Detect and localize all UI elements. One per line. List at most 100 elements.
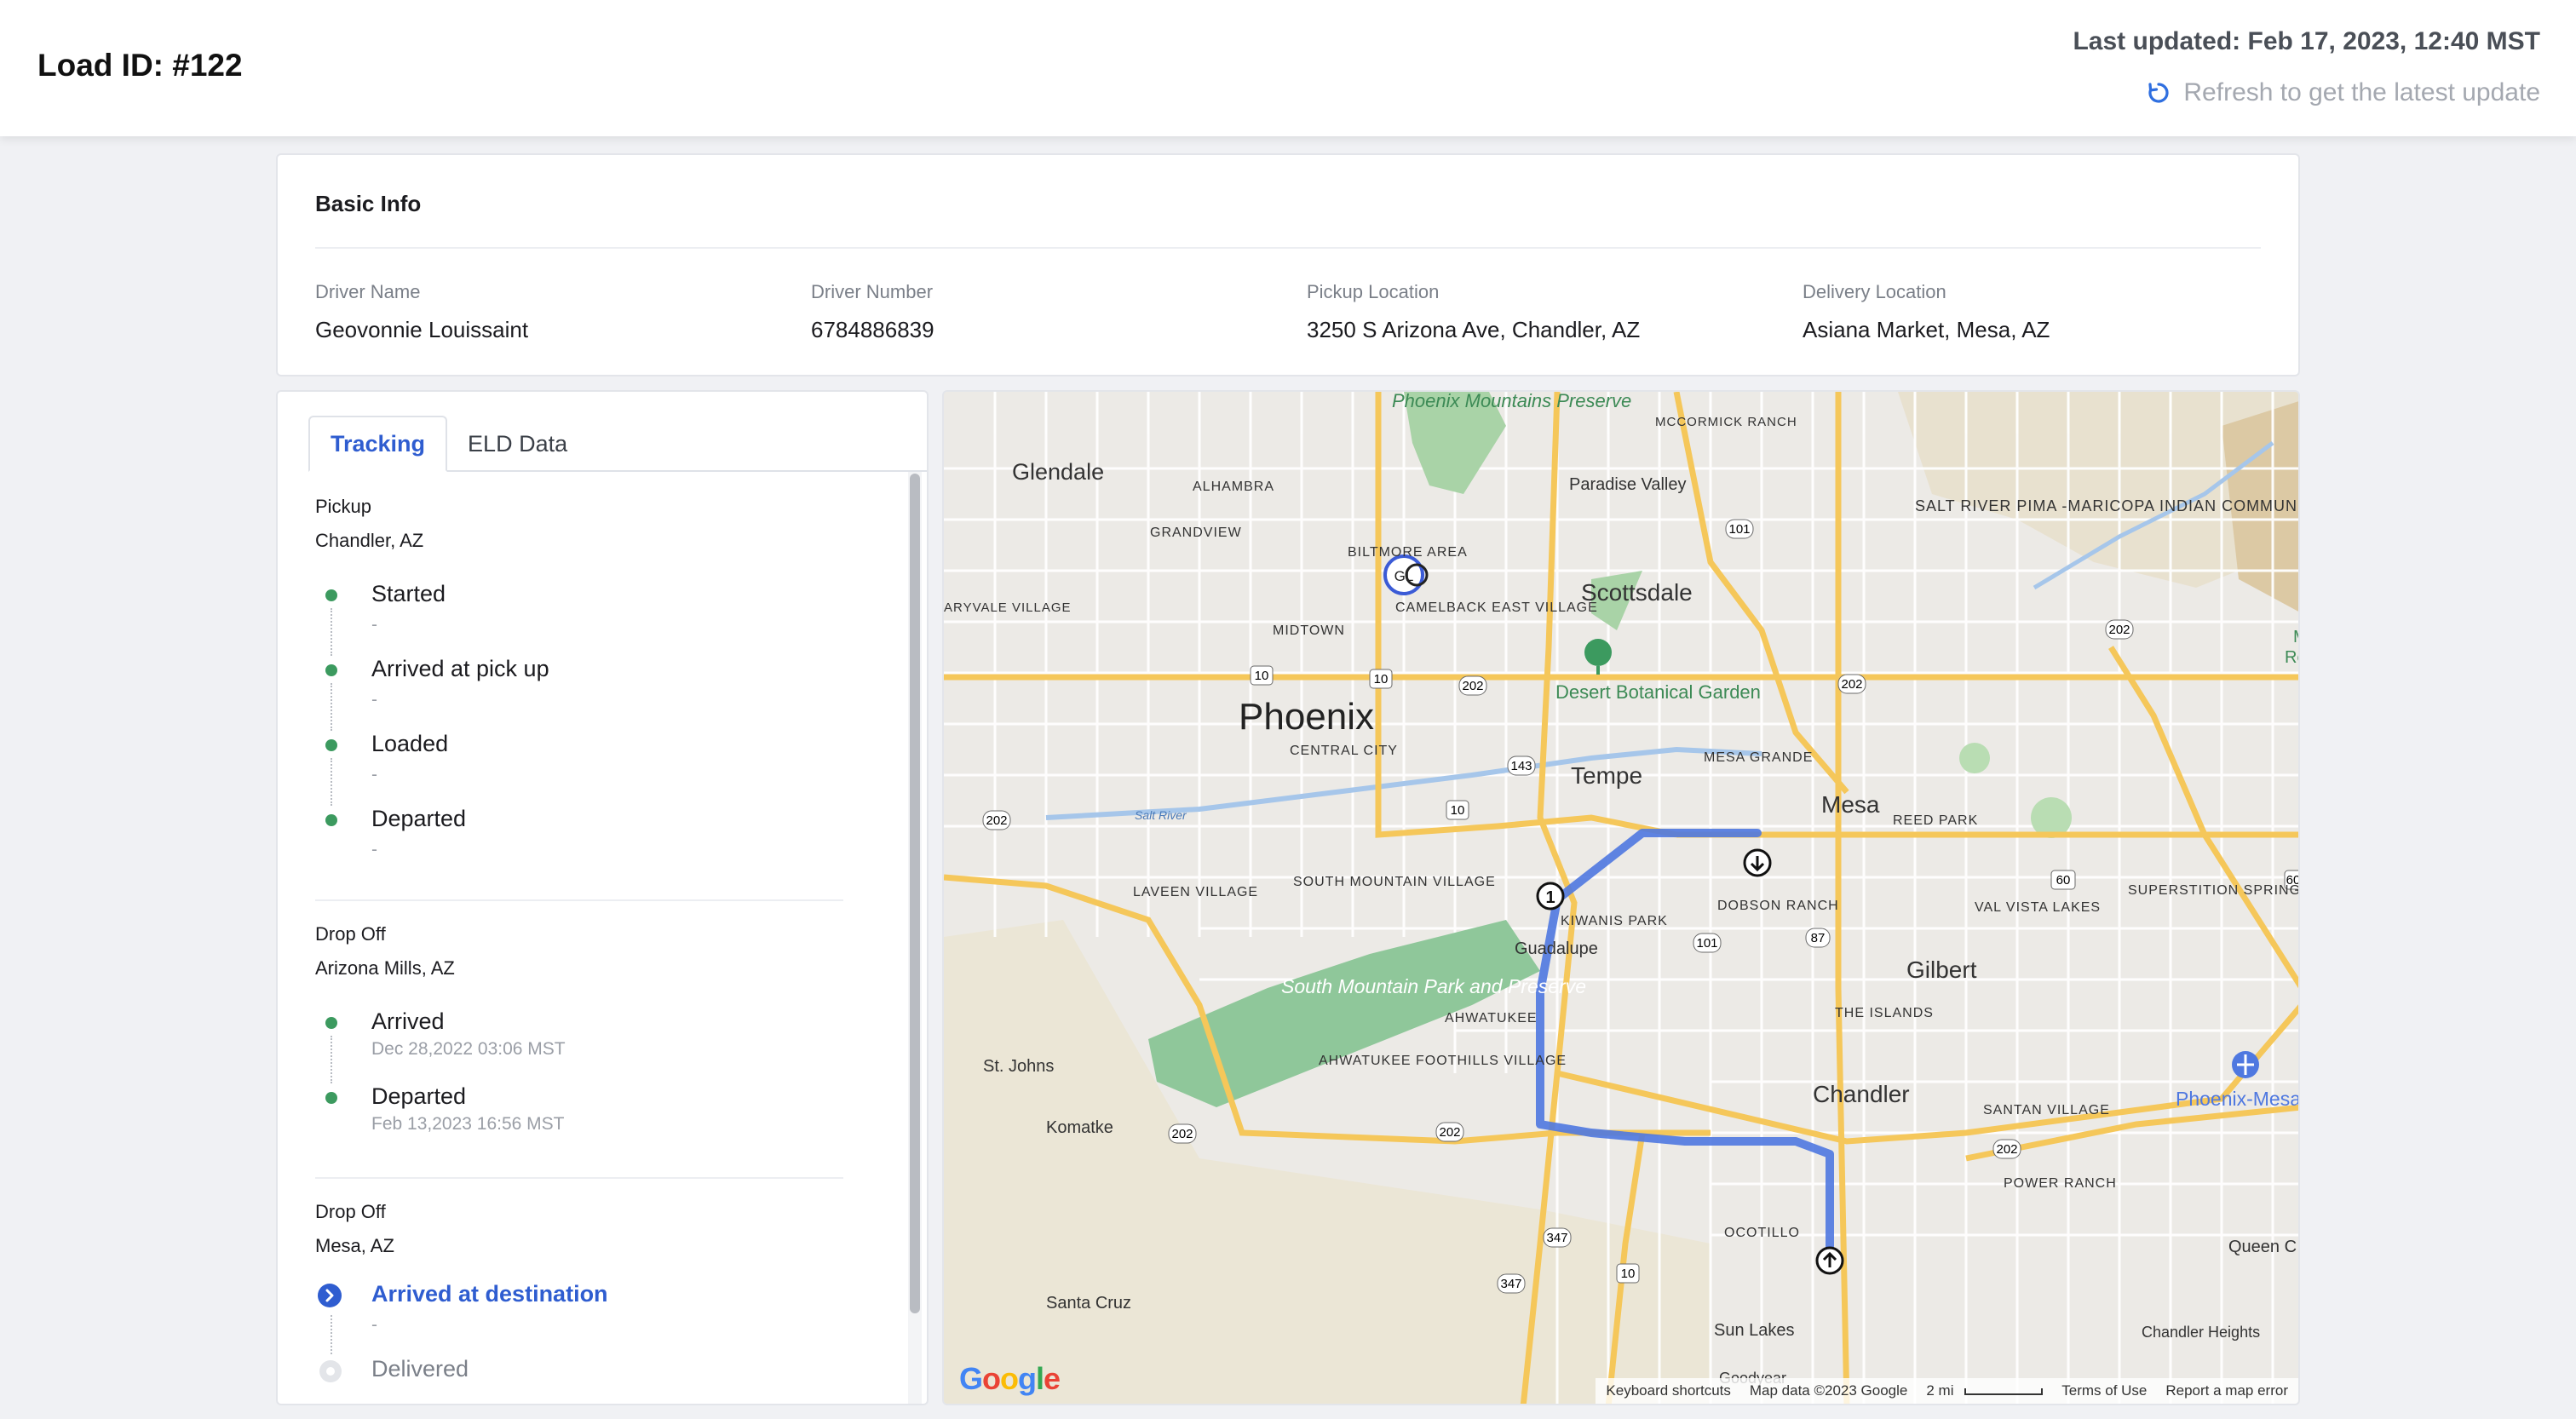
svg-text:202: 202 (1996, 1142, 2017, 1157)
svg-text:Regi: Regi (2285, 648, 2300, 667)
page-title: Load ID: #122 (37, 48, 243, 83)
svg-text:CENTRAL CITY: CENTRAL CITY (1290, 744, 1398, 758)
step-title: Started (371, 581, 446, 606)
svg-text:Queen C: Queen C (2228, 1238, 2297, 1256)
divider (315, 247, 2261, 249)
map-canvas[interactable]: GL 1 10 10 202 143 10 202 101 101 87 60 … (944, 392, 2300, 1405)
timeline-connector (331, 1036, 332, 1083)
svg-text:Gilbert: Gilbert (1906, 957, 1977, 983)
step-timestamp: - (371, 765, 377, 784)
svg-text:1: 1 (1545, 888, 1555, 907)
svg-text:Santa Cruz: Santa Cruz (1046, 1294, 1131, 1313)
step-timestamp: - (371, 615, 377, 635)
timeline-connector (331, 683, 332, 731)
svg-text:Paradise Valley: Paradise Valley (1569, 475, 1686, 494)
step-title: Arrived at destination (371, 1281, 608, 1307)
pickup-location-value: 3250 S Arizona Ave, Chandler, AZ (1307, 317, 1641, 342)
step-title: Delivered (371, 1356, 469, 1382)
basic-info-card: Basic Info Driver Name Geovonnie Louissa… (276, 153, 2300, 376)
timeline-connector (331, 758, 332, 806)
map-view[interactable]: GL 1 10 10 202 143 10 202 101 101 87 60 … (942, 390, 2300, 1405)
svg-text:REED PARK: REED PARK (1893, 813, 1978, 828)
driver-number-value: 6784886839 (811, 317, 934, 342)
refresh-label[interactable]: Refresh to get the latest update (2183, 78, 2540, 107)
svg-text:Chandler Heights: Chandler Heights (2142, 1324, 2260, 1341)
completed-dot-icon (325, 664, 337, 676)
svg-text:202: 202 (1171, 1127, 1193, 1141)
svg-text:Komatke: Komatke (1046, 1118, 1113, 1137)
svg-text:10: 10 (1451, 803, 1465, 818)
delivery-location-value: Asiana Market, Mesa, AZ (1803, 317, 2050, 342)
svg-text:10: 10 (1255, 669, 1269, 683)
svg-text:Sun Lakes: Sun Lakes (1714, 1321, 1795, 1340)
map-data-text: Map data ©2023 Google (1749, 1382, 1908, 1399)
tab-tracking[interactable]: Tracking (308, 416, 448, 472)
svg-text:60: 60 (2056, 873, 2071, 888)
refresh-icon[interactable] (2146, 80, 2171, 106)
svg-text:ARYVALE VILLAGE: ARYVALE VILLAGE (944, 600, 1072, 615)
divider (315, 1177, 843, 1179)
terms-link[interactable]: Terms of Use (2061, 1382, 2147, 1399)
stop-type: Drop Off (315, 1201, 386, 1222)
driver-number-field: Driver Number 6784886839 (811, 281, 934, 343)
svg-text:MCCORMICK RANCH: MCCORMICK RANCH (1655, 415, 1797, 429)
svg-text:Salt River: Salt River (1135, 808, 1187, 822)
step-title: Departed (371, 1083, 467, 1109)
drop-marker-down (1743, 848, 1772, 877)
stop-type: Drop Off (315, 923, 386, 945)
driver-name-field: Driver Name Geovonnie Louissaint (315, 281, 528, 343)
svg-text:202: 202 (1439, 1125, 1460, 1140)
svg-text:202: 202 (2108, 623, 2130, 637)
last-updated-text: Last updated: Feb 17, 2023, 12:40 MST (2073, 27, 2540, 55)
pickup-location-field: Pickup Location 3250 S Arizona Ave, Chan… (1307, 281, 1640, 343)
map-footer: Keyboard shortcuts Map data ©2023 Google… (1596, 1378, 2298, 1404)
svg-text:Phoenix-Mesa Gateway Airport: Phoenix-Mesa Gateway Airport (2176, 1088, 2300, 1110)
pickup-marker-up (1815, 1246, 1844, 1275)
divider (315, 899, 843, 901)
stop-location: Mesa, AZ (315, 1235, 394, 1256)
step-title: Arrived at pick up (371, 656, 549, 681)
svg-text:MIDTOWN: MIDTOWN (1273, 623, 1345, 638)
svg-text:Glendale: Glendale (1012, 459, 1104, 485)
svg-text:347: 347 (1500, 1277, 1521, 1291)
driver-name-value: Geovonnie Louissaint (315, 317, 529, 342)
svg-text:SALT RIVER PIMA -MARICOPA INDI: SALT RIVER PIMA -MARICOPA INDIAN COMMUNI… (1915, 497, 2300, 514)
svg-text:VAL VISTA LAKES: VAL VISTA LAKES (1975, 900, 2101, 915)
current-step-icon (318, 1284, 342, 1307)
svg-text:M: M (2293, 628, 2300, 646)
svg-text:347: 347 (1546, 1231, 1567, 1245)
tab-bar: Tracking ELD Data (308, 416, 588, 472)
svg-text:CAMELBACK EAST VILLAGE: CAMELBACK EAST VILLAGE (1395, 600, 1598, 615)
completed-dot-icon (325, 814, 337, 826)
completed-dot-icon (325, 739, 337, 751)
svg-text:143: 143 (1510, 759, 1532, 773)
svg-text:AHWATUKEE FOOTHILLS VILLAGE: AHWATUKEE FOOTHILLS VILLAGE (1319, 1054, 1567, 1068)
scrollbar-thumb[interactable] (910, 474, 920, 1313)
svg-text:THE ISLANDS: THE ISLANDS (1835, 1006, 1934, 1020)
svg-text:LAVEEN VILLAGE: LAVEEN VILLAGE (1133, 885, 1258, 899)
delivery-location-label: Delivery Location (1803, 281, 1946, 302)
report-error-link[interactable]: Report a map error (2165, 1382, 2288, 1399)
step-timestamp: Feb 13,2023 16:56 MST (371, 1114, 565, 1134)
step-title: Arrived (371, 1008, 445, 1034)
tab-eld-data[interactable]: ELD Data (447, 416, 588, 472)
step-timestamp: - (371, 1315, 377, 1335)
completed-dot-icon (325, 1017, 337, 1029)
scale-bar (1964, 1387, 2044, 1395)
stop-drop-off: Drop Off Mesa, AZ (315, 1201, 843, 1257)
timeline-connector (331, 1315, 332, 1354)
refresh-link[interactable]: Refresh to get the latest update (2146, 78, 2540, 107)
pickup-location-label: Pickup Location (1307, 281, 1440, 302)
svg-text:SANTAN VILLAGE: SANTAN VILLAGE (1983, 1103, 2110, 1117)
svg-text:202: 202 (986, 813, 1007, 828)
svg-text:Scottsdale: Scottsdale (1581, 579, 1693, 606)
top-bar: Load ID: #122 Last updated: Feb 17, 2023… (0, 0, 2576, 136)
svg-text:Tempe: Tempe (1571, 762, 1642, 789)
keyboard-shortcuts-link[interactable]: Keyboard shortcuts (1606, 1382, 1730, 1399)
svg-text:101: 101 (1696, 936, 1717, 951)
svg-text:SUPERSTITION SPRINGS: SUPERSTITION SPRINGS (2128, 883, 2300, 898)
svg-text:MESA GRANDE: MESA GRANDE (1704, 750, 1813, 765)
google-logo: Google (959, 1361, 1061, 1396)
svg-text:10: 10 (1621, 1267, 1636, 1281)
stop-location: Chandler, AZ (315, 530, 424, 551)
